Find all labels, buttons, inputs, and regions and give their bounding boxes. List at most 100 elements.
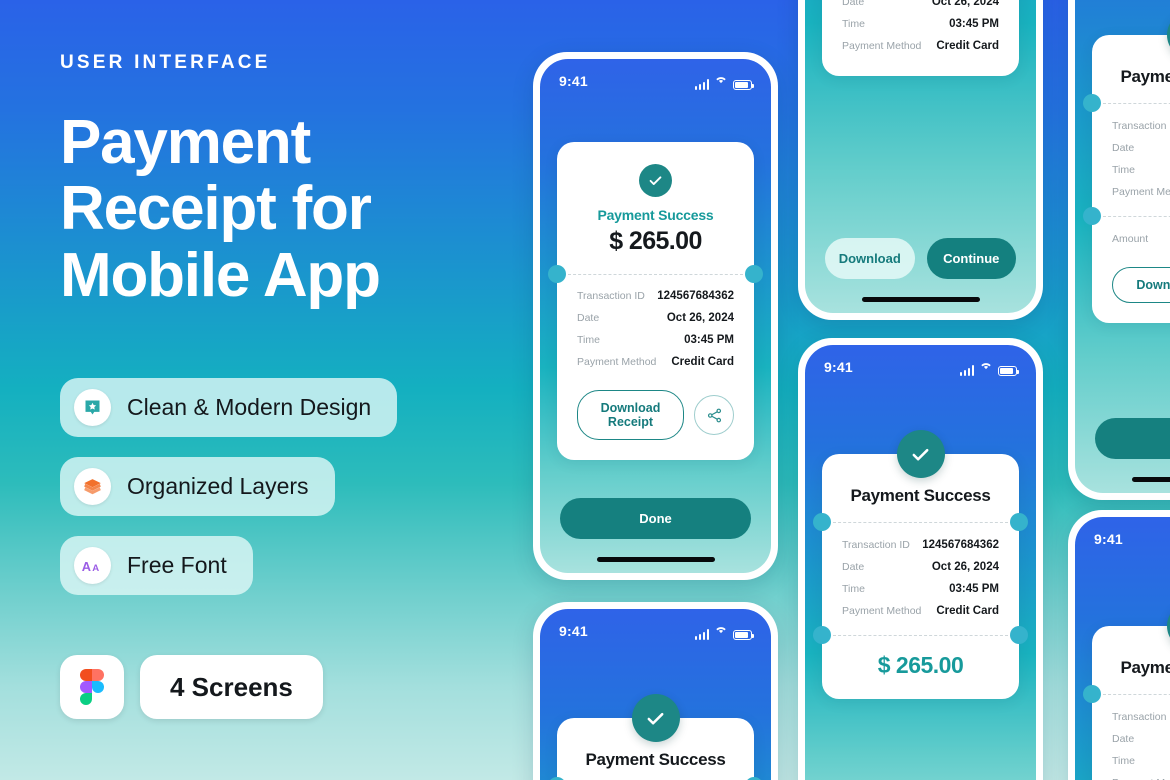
payment-status-title: Payment Success	[850, 486, 991, 505]
receipt-details: Transaction ID 124567684362 Date Oct 26,…	[822, 0, 1019, 76]
badge-star-icon	[74, 389, 111, 426]
detail-row: Transaction ID 124567684362	[1112, 120, 1170, 132]
detail-row: Time 03:45 PM	[1112, 164, 1170, 176]
battery-icon	[733, 80, 755, 90]
phone-screen: Transaction ID 124567684362 Date Oct 26,…	[805, 0, 1036, 313]
status-icons	[694, 72, 755, 90]
promo-block: USER INTERFACE Payment Receipt for Mobil…	[60, 52, 490, 309]
receipt-header: Payment Success	[1092, 35, 1170, 103]
payment-status-title: Payment Success	[585, 750, 726, 769]
ticket-divider	[1083, 207, 1170, 225]
feature-item-clean-modern-design: Clean & Modern Design	[60, 378, 398, 437]
headline-line-3: Mobile App	[60, 240, 381, 310]
status-bar: 9:41	[805, 345, 1036, 376]
phone-mockup-mid-right: 9:41 Payment Success Transaction ID 1245…	[798, 338, 1043, 780]
footer-badges: 4 Screens	[60, 655, 323, 719]
ticket-divider	[813, 513, 1028, 531]
phone-mockup-far-right-top: Payment Success Transaction ID 124567684…	[1068, 0, 1170, 500]
detail-row: Date Oct 26, 2024	[577, 312, 734, 324]
detail-label: Payment Method	[1112, 186, 1170, 198]
receipt-details: Transaction ID 124567684362 Date Oct 26,…	[1092, 104, 1170, 216]
receipt-header: Payment Success	[1092, 626, 1170, 694]
signal-bars-icon	[959, 365, 974, 376]
check-circle-icon	[896, 430, 945, 478]
share-button[interactable]	[694, 395, 734, 435]
feature-label: Clean & Modern Design	[127, 394, 372, 420]
svg-text:A: A	[81, 558, 90, 573]
feature-list: Clean & Modern Design Organized Layers A…	[60, 378, 398, 615]
feature-item-free-font: A A Free Font	[60, 536, 253, 595]
battery-icon	[998, 366, 1020, 376]
detail-value: 03:45 PM	[684, 334, 734, 346]
layers-icon	[74, 468, 111, 505]
done-button[interactable]: Done	[1095, 418, 1170, 459]
detail-value: 124567684362	[657, 290, 734, 302]
detail-label: Time	[577, 334, 600, 346]
done-button[interactable]: Done	[560, 498, 751, 539]
screens-count-badge: 4 Screens	[140, 655, 323, 719]
detail-value: Oct 26, 2024	[666, 312, 734, 324]
detail-value: Credit Card	[671, 356, 734, 368]
phone-mockup-top-right: Transaction ID 124567684362 Date Oct 26,…	[798, 0, 1043, 320]
detail-row: Payment Method Credit Card	[842, 40, 999, 52]
detail-row: Date Oct 26, 2024	[842, 0, 999, 8]
wifi-icon	[979, 358, 993, 376]
download-receipt-button[interactable]: Download Receipt	[1112, 267, 1170, 303]
download-button[interactable]: Download	[825, 238, 915, 279]
detail-row: Date Oct 26, 2024	[1112, 142, 1170, 154]
home-indicator	[1131, 477, 1170, 482]
detail-label: Date	[1112, 142, 1135, 154]
headline-line-1: Payment	[60, 108, 311, 177]
detail-value: Credit Card	[936, 40, 999, 52]
detail-label: Amount	[1112, 233, 1149, 245]
download-receipt-button[interactable]: Download Receipt	[577, 390, 684, 440]
receipt-details: Transaction ID 124567684362 Date Oct 26,…	[822, 523, 1019, 635]
status-clock: 9:41	[559, 73, 588, 89]
screens-count-label: 4 Screens	[170, 671, 293, 702]
detail-label: Time	[1112, 755, 1135, 767]
phone-mockup-far-right-bottom: 9:41 Payment Success Transaction ID 1245…	[1068, 510, 1170, 780]
wifi-icon	[714, 72, 728, 90]
detail-row: Date Oct 26, 2024	[1112, 733, 1170, 745]
signal-bars-icon	[694, 629, 709, 640]
phone-screen: 9:41 Payment Success $ 265.00 Transactio…	[540, 59, 771, 573]
ticket-divider	[548, 265, 763, 283]
page-title: Payment Receipt for Mobile App	[60, 108, 490, 310]
detail-row: Payment Method Credit Card	[577, 356, 734, 368]
detail-row: Time 03:45 PM	[577, 334, 734, 346]
receipt-actions: Download Receipt	[1092, 261, 1170, 323]
svg-text:A: A	[92, 562, 99, 573]
detail-value: Oct 26, 2024	[931, 561, 999, 573]
detail-value: 03:45 PM	[949, 583, 999, 595]
receipt-details: Transaction ID 124567684362 Date Oct 26,…	[557, 275, 754, 384]
detail-label: Date	[1112, 733, 1135, 745]
share-icon	[707, 408, 721, 422]
detail-row: Payment Method Credit Card	[1112, 186, 1170, 198]
status-bar: 9:41	[1075, 517, 1170, 548]
receipt-header: Payment Success $ 265.00	[557, 142, 754, 274]
ticket-divider	[1083, 685, 1170, 703]
battery-icon	[733, 630, 755, 640]
status-bar: 9:41	[540, 59, 771, 90]
detail-label: Transaction ID	[577, 290, 645, 302]
receipt-card: Payment Success Transaction ID 124567684…	[1083, 602, 1170, 780]
detail-label: Date	[842, 561, 865, 573]
receipt-details: Transaction ID 124567684362 Date Oct 26,…	[1092, 695, 1170, 780]
check-circle-icon	[631, 694, 680, 742]
receipt-card: Payment Success Transaction ID 124567684…	[813, 430, 1028, 699]
detail-label: Time	[1112, 164, 1135, 176]
feature-label: Organized Layers	[127, 473, 309, 499]
signal-bars-icon	[694, 79, 709, 90]
detail-label: Transaction ID	[1112, 120, 1170, 132]
phone-screen: 9:41 Payment Success Amount $ 265.00	[540, 609, 771, 780]
detail-label: Transaction ID	[1112, 711, 1170, 723]
phone-screen: 9:41 Payment Success Transaction ID 1245…	[1075, 517, 1170, 780]
action-button-pair: Download Continue	[825, 238, 1016, 279]
status-clock: 9:41	[824, 359, 853, 375]
detail-row: Date Oct 26, 2024	[842, 561, 999, 573]
detail-row: Time 03:45 PM	[842, 583, 999, 595]
payment-amount: $ 265.00	[877, 652, 964, 678]
continue-button[interactable]: Continue	[926, 238, 1016, 279]
detail-label: Date	[577, 312, 600, 324]
status-clock: 9:41	[1094, 531, 1123, 547]
